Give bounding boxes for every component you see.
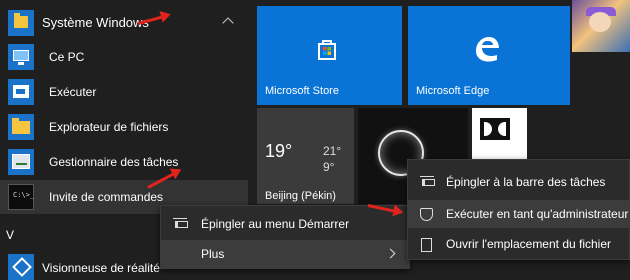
shield-icon bbox=[420, 208, 433, 221]
chevron-right-icon bbox=[385, 248, 396, 259]
mixed-reality-icon bbox=[8, 254, 34, 280]
app-label: Invite de commandes bbox=[49, 190, 164, 204]
weather-temperature: 19° bbox=[265, 141, 293, 161]
app-label: Ce PC bbox=[49, 50, 85, 64]
menu-item-plus[interactable]: Plus bbox=[161, 240, 409, 268]
app-item-ce-pc[interactable]: Ce PC bbox=[0, 40, 248, 74]
group-label: Système Windows bbox=[42, 15, 149, 30]
menu-item-pin-to-taskbar[interactable]: Épingler à la barre des tâches bbox=[408, 168, 629, 196]
tile-weather[interactable]: 19° 21° 9° Beijing (Pékin) bbox=[257, 108, 354, 204]
menu-label: Ouvrir l'emplacement du fichier bbox=[446, 237, 612, 251]
pin-icon bbox=[420, 176, 435, 188]
app-label: Explorateur de fichiers bbox=[49, 120, 169, 134]
app-item-gestionnaire-taches[interactable]: Gestionnaire des tâches bbox=[0, 145, 248, 179]
context-menu-primary: Épingler au menu Démarrer Plus bbox=[160, 205, 410, 269]
store-bag-icon bbox=[318, 40, 336, 60]
app-label: Exécuter bbox=[49, 85, 97, 99]
command-prompt-icon: C:\>_ bbox=[8, 184, 34, 210]
app-item-explorateur[interactable]: Explorateur de fichiers bbox=[0, 110, 248, 144]
chevron-up-icon[interactable] bbox=[222, 17, 234, 29]
menu-label: Épingler au menu Démarrer bbox=[201, 217, 350, 231]
app-label: Gestionnaire des tâches bbox=[49, 155, 179, 169]
weather-city: Beijing (Pékin) bbox=[265, 190, 336, 202]
folder-icon bbox=[8, 114, 34, 140]
avatar-face bbox=[589, 12, 611, 32]
pin-icon bbox=[173, 218, 188, 230]
context-menu-submenu: Épingler à la barre des tâches Exécuter … bbox=[407, 159, 630, 260]
menu-item-run-as-admin[interactable]: Exécuter en tant qu'administrateur bbox=[408, 200, 629, 228]
dolby-logo-icon bbox=[480, 118, 510, 140]
weather-high-low: 21° 9° bbox=[323, 143, 341, 175]
run-icon bbox=[8, 79, 34, 105]
tile-microsoft-store[interactable]: Microsoft Store bbox=[257, 6, 402, 105]
computer-icon bbox=[8, 44, 34, 70]
tile-dolby[interactable] bbox=[472, 108, 527, 163]
folder-icon bbox=[8, 10, 34, 36]
menu-label: Exécuter en tant qu'administrateur bbox=[446, 207, 629, 221]
app-item-executer[interactable]: Exécuter bbox=[0, 75, 248, 109]
section-letter[interactable]: V bbox=[6, 228, 14, 242]
tile-label: Microsoft Store bbox=[265, 85, 339, 97]
menu-item-open-file-location[interactable]: Ouvrir l'emplacement du fichier bbox=[408, 230, 629, 258]
app-group-systeme-windows[interactable]: Système Windows bbox=[0, 6, 248, 40]
menu-label: Plus bbox=[201, 247, 225, 261]
file-icon bbox=[421, 238, 432, 252]
menu-item-pin-to-start[interactable]: Épingler au menu Démarrer bbox=[161, 210, 409, 238]
menu-label: Épingler à la barre des tâches bbox=[446, 175, 606, 189]
tile-microsoft-edge[interactable]: Microsoft Edge bbox=[408, 6, 570, 105]
app-label[interactable]: Visionneuse de réalité bbox=[42, 261, 160, 275]
weather-high: 21° bbox=[323, 144, 342, 158]
tile-label: Microsoft Edge bbox=[416, 85, 490, 97]
edge-logo-icon bbox=[476, 37, 499, 62]
task-manager-icon bbox=[8, 149, 34, 175]
avatar[interactable] bbox=[572, 0, 630, 52]
command-prompt-icon-text: C:\>_ bbox=[13, 191, 35, 199]
weather-low: 9° bbox=[323, 160, 335, 174]
